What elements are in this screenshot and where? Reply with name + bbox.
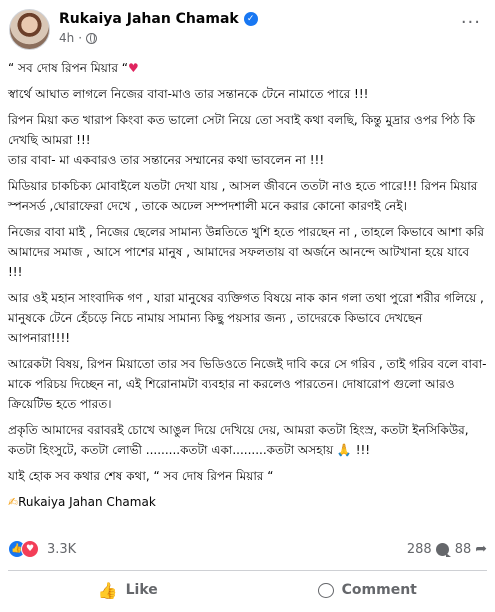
globe-icon [86,32,98,44]
thumbs-up-icon: 👍 [97,580,118,600]
post-paragraph-9: যাই হোক সব কথার শেষ কথা, “ সব দোষ রিপন ম… [8,469,274,483]
post-actions: 👍 Like Comment [8,574,487,606]
writing-hand-icon: ✍ [8,495,19,509]
folded-hands-icon: 🙏 [336,443,352,457]
facebook-post: Rukaiya Jahan Chamak ✓ 4h · ··· “ সব দোষ… [0,0,495,612]
author-name[interactable]: Rukaiya Jahan Chamak [59,10,239,28]
more-options-icon[interactable]: ··· [461,14,481,32]
divider [8,570,487,571]
comment-count[interactable]: 288 [407,542,451,557]
reactions-summary: 👍 ♥ 3.3K 288 88 ➦ [8,538,487,560]
author-info: Rukaiya Jahan Chamak ✓ 4h · [59,10,258,45]
reaction-count[interactable]: 3.3K [47,542,76,557]
comment-bubble-icon [317,582,334,598]
post-paragraph-5: নিজের বাবা মাই , নিজের ছেলের সামান্য উন্… [8,225,485,279]
heart-icon: ♥ [127,61,139,75]
share-icon: ➦ [475,541,487,557]
post-time[interactable]: 4h [59,31,74,45]
comment-button[interactable]: Comment [248,574,488,606]
verified-check-icon: ✓ [243,12,258,26]
reaction-icons[interactable]: 👍 ♥ [8,540,39,558]
post-line-1: “ সব দোষ রিপন মিয়ার “♥ [8,61,139,75]
post-paragraph-4: মিডিয়ার চাকচিক্য মোবাইলে যতটা দেখা যায়… [8,179,478,213]
post-paragraph-7: আরেকটা বিষয়, রিপন মিয়াতো তার সব ভিডিওত… [8,357,487,411]
post-paragraph-6: আর ওই মহান সাংবাদিক গণ , যারা মানুষের ব্… [8,291,484,345]
post-paragraph-8: প্রকৃতি আমাদের বরাবরই চোখে আঙুল দিয়ে দে… [8,423,469,457]
post-paragraph-2: রিপন মিয়া কত খারাপ কিংবা কত ভালো সেটা ন… [8,113,476,147]
love-reaction-icon: ♥ [21,540,39,558]
share-count[interactable]: 88 ➦ [455,541,487,557]
post-signature: ✍Rukaiya Jahan Chamak [8,495,156,509]
post-body: “ সব দোষ রিপন মিয়ার “♥ স্বার্থে আঘাত লা… [8,58,487,512]
post-paragraph-1: স্বার্থে আঘাত লাগলে নিজের বাবা-মাও তার স… [8,87,369,101]
avatar[interactable] [9,9,50,50]
comment-label: Comment [341,582,417,598]
post-header: Rukaiya Jahan Chamak ✓ 4h · [9,9,258,55]
comment-count-icon [435,542,451,557]
like-button[interactable]: 👍 Like [8,574,248,606]
like-label: Like [125,582,158,598]
post-paragraph-3: তার বাবা- মা একবারও তার সন্তানের সম্মানে… [8,153,325,167]
